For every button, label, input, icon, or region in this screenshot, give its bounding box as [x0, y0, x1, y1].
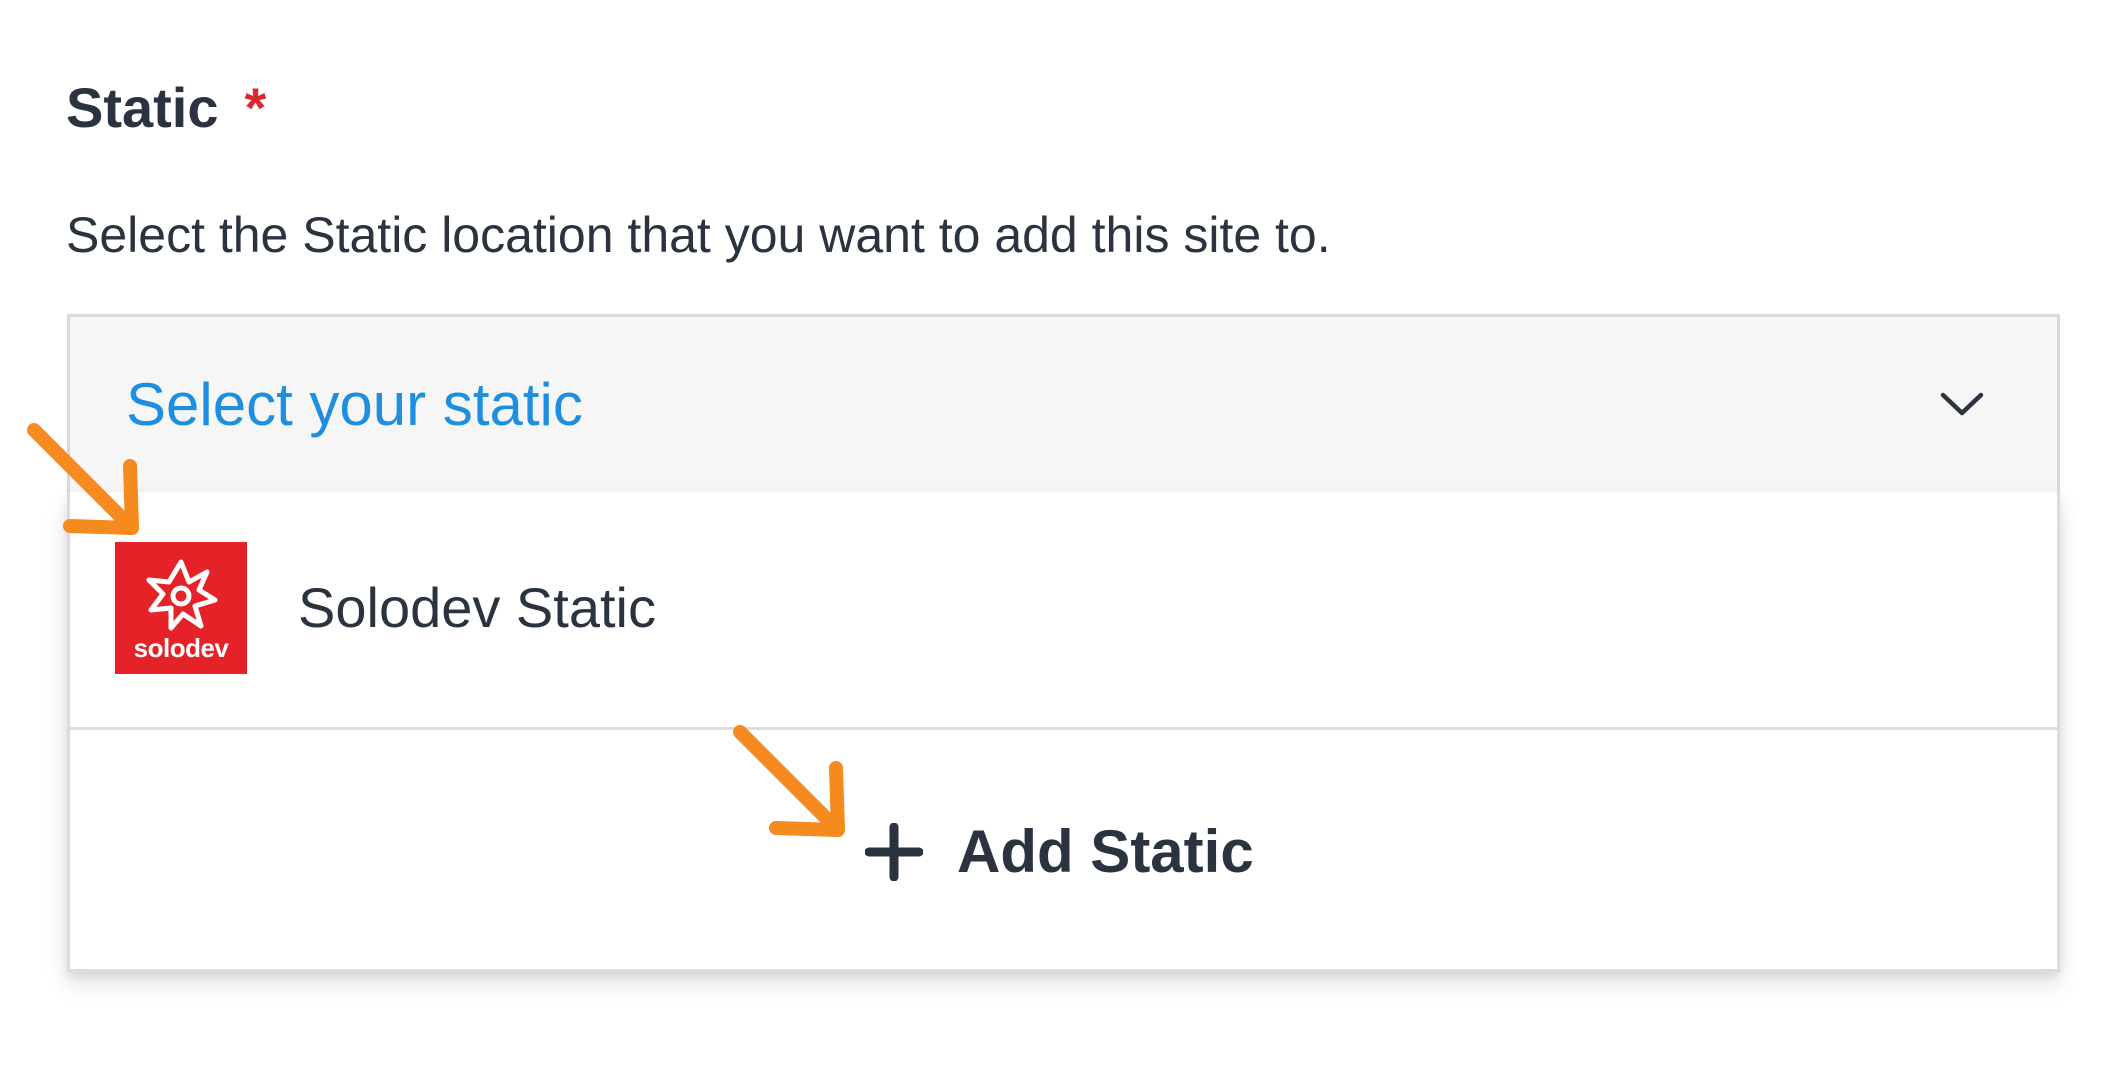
field-label: Static * [66, 76, 266, 140]
solodev-logo-icon: solodev [115, 542, 247, 674]
field-label-text: Static [66, 76, 219, 139]
dropdown-menu: solodev Solodev Static Add Static [67, 492, 2060, 972]
dropdown-option-solodev-static[interactable]: solodev Solodev Static [70, 492, 2057, 730]
help-text: Select the Static location that you want… [66, 207, 1331, 263]
solodev-logo-text: solodev [133, 633, 229, 663]
static-select[interactable]: Select your static [67, 314, 2060, 492]
required-marker: * [244, 76, 267, 139]
page: Static * Select the Static location that … [0, 0, 2122, 1068]
arrow-down-right-icon [27, 423, 139, 535]
chevron-down-icon[interactable] [1937, 379, 1987, 429]
add-static-button[interactable]: Add Static [865, 812, 1254, 892]
add-static-label: Add Static [957, 818, 1254, 885]
arrow-down-right-icon [733, 725, 845, 837]
plus-icon [865, 823, 923, 881]
select-placeholder: Select your static [126, 371, 583, 438]
option-label: Solodev Static [298, 576, 656, 639]
add-row: Add Static [70, 730, 2057, 972]
